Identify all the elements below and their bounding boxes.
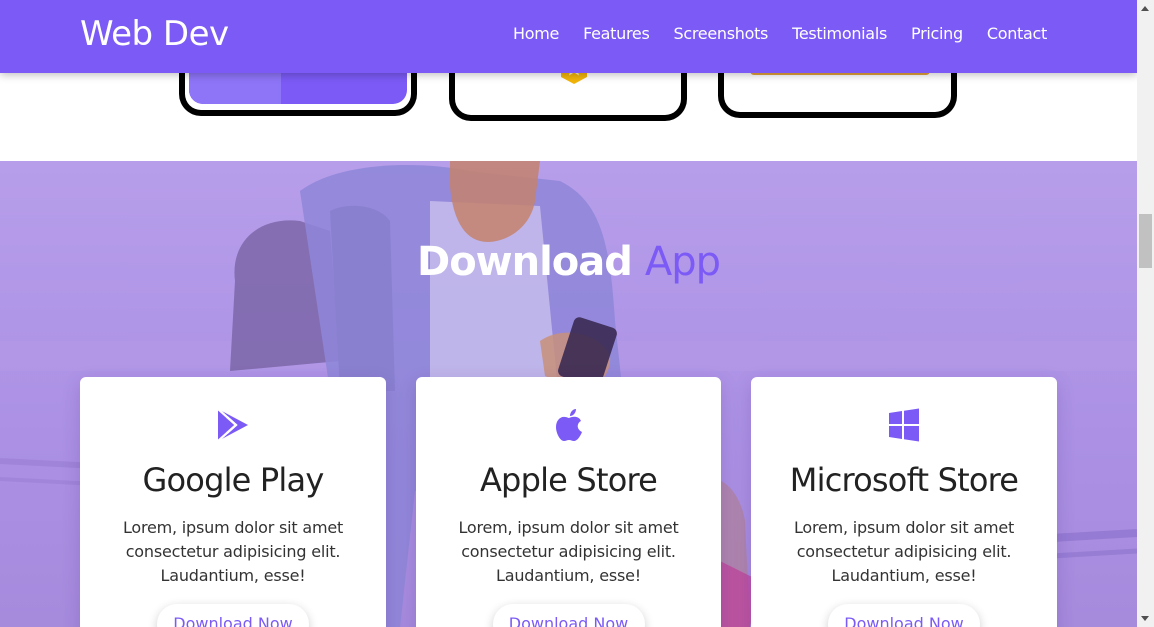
brand-logo[interactable]: Web Dev — [80, 14, 229, 54]
card-text: Lorem, ipsum dolor sit amet consectetur … — [458, 518, 679, 585]
download-section: Download App Google Play Lorem, ipsum do… — [0, 161, 1137, 627]
section-title: Download App — [0, 239, 1137, 285]
card-title: Microsoft Store — [789, 461, 1019, 499]
download-now-button[interactable]: Download Now — [492, 604, 645, 627]
nav-link-pricing[interactable]: Pricing — [911, 24, 963, 43]
navbar: Web Dev Home Features Screenshots Testim… — [0, 0, 1137, 73]
nav-link-screenshots[interactable]: Screenshots — [674, 24, 769, 43]
google-play-icon — [217, 408, 248, 442]
vertical-scrollbar[interactable] — [1137, 0, 1154, 627]
card-text: Lorem, ipsum dolor sit amet consectetur … — [122, 518, 344, 585]
page: Web Dev Home Features Screenshots Testim… — [0, 0, 1137, 627]
section-title-main: Download — [416, 239, 633, 285]
scroll-down-arrow-icon[interactable] — [1141, 616, 1149, 621]
apple-icon — [555, 409, 582, 441]
scroll-up-arrow-icon[interactable] — [1141, 6, 1149, 11]
nav-link-contact[interactable]: Contact — [987, 24, 1047, 43]
windows-icon — [889, 408, 919, 442]
nav-link-features[interactable]: Features — [583, 24, 650, 43]
scrollbar-thumb[interactable] — [1139, 214, 1152, 268]
card-text: Lorem, ipsum dolor sit amet consectetur … — [793, 518, 1015, 585]
download-now-button[interactable]: Download Now — [157, 604, 309, 627]
card-title: Apple Store — [479, 461, 658, 499]
nav-links: Home Features Screenshots Testimonials P… — [513, 24, 1047, 43]
section-title-accent: App — [644, 239, 721, 285]
store-card-microsoft-store: Microsoft Store Lorem, ipsum dolor sit a… — [751, 377, 1057, 627]
card-title: Google Play — [142, 461, 325, 499]
nav-link-home[interactable]: Home — [513, 24, 559, 43]
nav-link-testimonials[interactable]: Testimonials — [792, 24, 887, 43]
store-card-google-play: Google Play Lorem, ipsum dolor sit amet … — [80, 377, 386, 627]
download-now-button[interactable]: Download Now — [828, 604, 980, 627]
store-card-apple-store: Apple Store Lorem, ipsum dolor sit amet … — [416, 377, 721, 627]
